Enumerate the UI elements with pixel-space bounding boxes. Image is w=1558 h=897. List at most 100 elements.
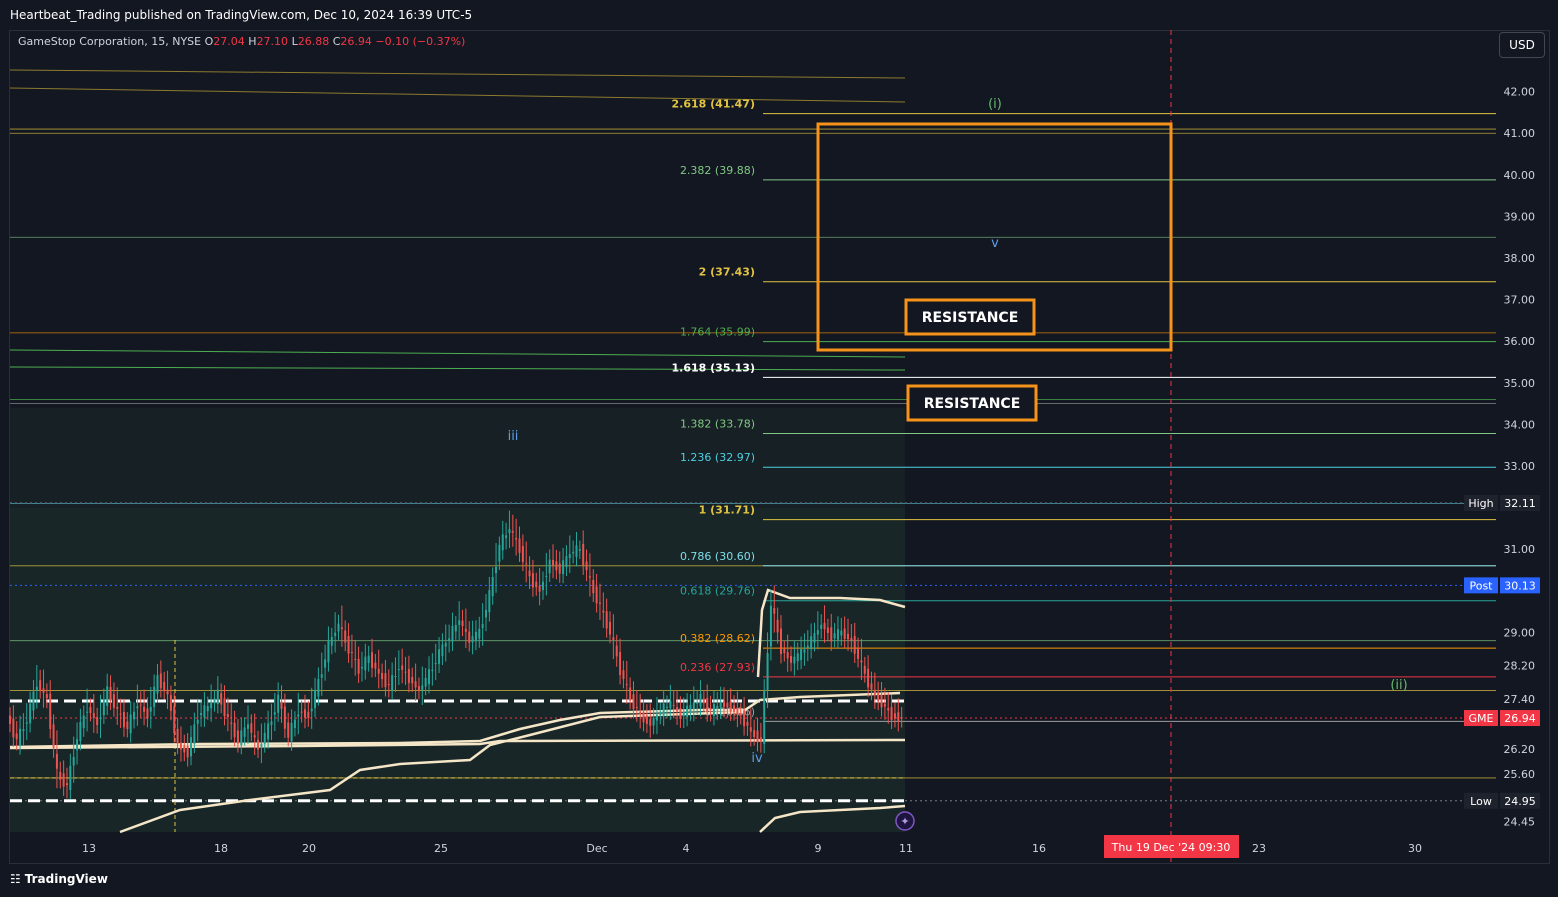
candle-body [471,636,474,643]
candle-body [233,722,236,738]
candle-body [263,732,266,744]
y-axis-tick-11: 29.00 [1504,626,1536,639]
candle-body [820,624,823,629]
candle-body [810,636,813,650]
wave-label-1: v [991,236,999,251]
y-axis-tick-1: 41.00 [1504,127,1536,140]
x-axis-tick-3: 25 [434,842,448,855]
wave-label-2: iii [508,429,519,444]
candle-body [324,659,327,668]
candle-body [384,673,387,688]
candle-body [65,783,68,786]
candle-body [515,538,518,540]
candle-body [112,694,115,708]
y-axis-tick-4: 38.00 [1504,252,1536,265]
candle-body [39,680,42,690]
candle-body [59,771,62,780]
candle-body [803,649,806,653]
candle-body [525,563,528,565]
currency-button[interactable]: USD [1499,32,1545,58]
candle-body [86,711,89,713]
candle-body [578,549,581,551]
candle-body [32,691,35,711]
candle-body [397,669,400,671]
candle-body [609,621,612,635]
candle-body [293,719,296,729]
candle-body [850,637,853,641]
candle-body [562,560,565,575]
candle-body [193,724,196,745]
candle-body [461,620,464,626]
range-shading [10,507,905,832]
candle-body [662,703,665,717]
symbol-name: GameStop Corporation, 15, NYSE [18,35,202,48]
candle-body [277,694,280,713]
candle-body [454,624,457,632]
high-value: 27.10 [256,35,289,48]
candle-body [779,628,782,655]
candle-body [76,739,79,751]
candle-body [213,698,216,704]
candle-body [552,559,555,567]
candle-body [893,713,896,719]
candle-body [99,717,102,719]
candle-body [340,627,343,630]
candle-body [464,628,467,632]
resistance-label-1: RESISTANCE [924,396,1021,412]
chart-canvas[interactable]: 2.618 (41.47) 2.382 (39.88) 2 (37.43) 1.764… [0,0,1558,897]
candle-body [508,529,511,534]
x-axis-tick-5: 4 [683,842,690,855]
candle-body [146,708,149,719]
footer-brand[interactable]: ☷ TradingView [10,872,108,886]
high-label: H [248,35,257,48]
candle-body [870,683,873,690]
candle-body [458,620,461,626]
close-value: 26.94 [340,35,372,48]
y-axis-tick-3: 39.00 [1504,210,1536,223]
candle-body [25,722,28,724]
wave-label-3: iv [751,751,763,766]
candle-body [434,663,437,665]
candle-body [766,653,769,691]
candle-body [498,544,501,562]
x-axis-tick-6: 9 [815,842,822,855]
candle-body [367,655,370,664]
y-axis-tick-14: 26.20 [1504,743,1536,756]
candle-body [330,637,333,646]
candle-body [505,535,508,539]
candle-body [421,685,424,691]
y-axis-tick-15: 25.60 [1504,768,1536,781]
candle-body [438,649,441,664]
candle-body [615,645,618,657]
y-axis-tick-16: 24.45 [1504,816,1536,829]
candle-body [746,721,749,726]
fib-level-label-4: 1.618 (35.13) [672,361,755,374]
wave-label-4: (ii) [1390,678,1407,693]
price-badge-name-2: GME [1469,712,1494,725]
candle-body [257,739,260,750]
candle-body [387,684,390,686]
candle-body [82,715,85,729]
candle-body [52,724,55,749]
candle-body [136,706,139,709]
candle-body [642,711,645,723]
candle-body [672,704,675,706]
candle-body [484,609,487,618]
candle-body [116,707,119,709]
candle-body [45,694,48,699]
candle-body [200,713,203,716]
candle-body [133,711,136,720]
candle-body [501,534,504,551]
candle-body [605,611,608,629]
candle-body [401,665,404,670]
fib-level-label-0: 2.618 (41.47) [672,98,755,111]
fib-level-label-1: 2.382 (39.88) [680,164,755,177]
x-axis-tick-10: 30 [1408,842,1422,855]
crosshair-date-label: Thu 19 Dec '24 09:30 [1111,841,1231,854]
candle-body [679,707,682,719]
fib-level-label-11: 0.236 (27.93) [680,661,755,674]
candle-body [521,546,524,563]
candle-body [357,658,360,674]
candle-body [686,705,689,718]
open-label: O [204,35,214,48]
